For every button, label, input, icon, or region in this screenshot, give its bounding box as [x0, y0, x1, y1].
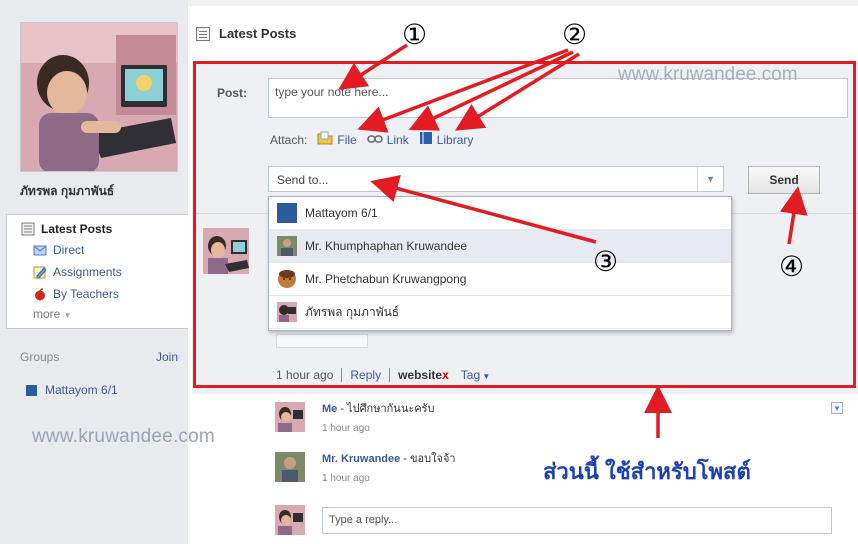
dropdown-option-user[interactable]: ภัทรพล กุมภาพันธ์ — [269, 296, 731, 329]
library-icon — [419, 131, 433, 148]
chevron-down-icon: ▼ — [63, 311, 72, 320]
watermark: www.kruwandee.com — [618, 64, 798, 85]
dropdown-option-user[interactable]: Mr. Khumphaphan Kruwandee — [269, 230, 731, 263]
avatar — [275, 505, 305, 535]
comment-time: 1 hour ago — [322, 423, 370, 434]
send-to-select[interactable]: Send to... ▼ — [268, 166, 724, 192]
group-icon — [277, 203, 297, 223]
comment: Me - ไปศึกษากันนะครับ 1 hour ago — [275, 402, 435, 436]
groups-header: Groups Join — [20, 350, 178, 364]
tag-menu[interactable]: Tag ▼ — [461, 368, 491, 382]
dropdown-option-group[interactable]: Mattayom 6/1 — [269, 197, 731, 230]
tag-chip-label: website — [398, 368, 443, 382]
comment-author[interactable]: Mr. Kruwandee — [322, 453, 400, 465]
post-time: 1 hour ago — [276, 368, 334, 382]
comment-text: - ขอบใจจ้า — [400, 453, 456, 465]
apple-icon — [33, 287, 47, 301]
sidebar-item-assignments[interactable]: Assignments — [7, 261, 188, 283]
avatar — [277, 269, 297, 289]
folder-icon — [317, 131, 333, 148]
send-button[interactable]: Send — [748, 166, 820, 194]
comment-author[interactable]: Me — [322, 403, 337, 415]
avatar[interactable] — [203, 228, 249, 274]
tag-chip[interactable]: websitex — [398, 368, 449, 382]
divider — [341, 368, 343, 382]
more-label: more — [33, 307, 61, 321]
annotation-number-4: ④ — [779, 250, 805, 283]
option-label: Mr. Phetchabun Kruwangpong — [305, 272, 467, 286]
comment: Mr. Kruwandee - ขอบใจจ้า 1 hour ago — [275, 452, 456, 486]
avatar — [277, 236, 297, 256]
option-label: Mr. Khumphaphan Kruwandee — [305, 239, 468, 253]
avatar[interactable] — [275, 452, 305, 482]
divider — [389, 368, 391, 382]
attach-file-label: File — [337, 132, 357, 147]
groups-label: Groups — [20, 350, 60, 364]
annotation-number-1: ① — [402, 18, 428, 51]
document-icon — [21, 222, 35, 236]
option-label: Mattayom 6/1 — [305, 206, 378, 220]
reply-row: Type a reply... — [275, 505, 832, 535]
post-meta: 1 hour ago Reply websitex Tag ▼ — [276, 368, 490, 382]
sidebar-item-by-teachers[interactable]: By Teachers — [7, 283, 188, 305]
comment-text: - ไปศึกษากันนะครับ — [337, 403, 435, 415]
comment-time: 1 hour ago — [322, 473, 370, 484]
sidebar-item-direct[interactable]: Direct — [7, 239, 188, 261]
chevron-down-icon: ▼ — [480, 372, 491, 381]
attach-link-button[interactable]: Link — [366, 132, 409, 147]
attach-row: Attach: File Link Library — [270, 131, 473, 148]
annotation-caption: ส่วนนี้ ใช้สำหรับโพสต์ — [543, 459, 751, 484]
sidebar-item-label: By Teachers — [53, 287, 119, 301]
annotation-number-3: ③ — [593, 245, 619, 278]
group-color-icon — [26, 384, 37, 396]
option-label: ภัทรพล กุมภาพันธ์ — [305, 304, 400, 319]
remove-tag-button[interactable]: x — [442, 368, 449, 382]
reply-input[interactable]: Type a reply... — [322, 506, 832, 534]
profile-name[interactable]: ภัทรพล กุมภาพันธ์ — [20, 182, 114, 201]
annotation-number-2: ② — [562, 18, 588, 51]
chevron-down-icon[interactable]: ▼ — [697, 167, 723, 191]
profile-photo[interactable] — [20, 22, 178, 172]
join-group-link[interactable]: Join — [156, 350, 178, 364]
collapse-comments-button[interactable]: ▼ — [831, 402, 843, 414]
link-icon — [366, 133, 383, 147]
group-item[interactable]: Mattayom 6/1 — [26, 383, 118, 397]
attach-link-label: Link — [386, 132, 409, 147]
tag-menu-label: Tag — [460, 368, 481, 382]
sidebar-item-label: Latest Posts — [41, 222, 113, 236]
sidebar-item-label: Direct — [53, 243, 85, 257]
reply-link[interactable]: Reply — [350, 368, 381, 382]
send-to-placeholder: Send to... — [277, 173, 329, 187]
avatar[interactable] — [275, 402, 305, 432]
attach-library-label: Library — [436, 132, 474, 147]
post-label: Post: — [217, 86, 247, 100]
page-title: Latest Posts — [196, 26, 296, 41]
send-to-dropdown: Mattayom 6/1 Mr. Khumphaphan Kruwandee M… — [268, 196, 732, 331]
sidebar-item-label: Assignments — [53, 265, 122, 279]
pencil-note-icon — [33, 265, 47, 279]
sidebar-item-latest-posts[interactable]: Latest Posts — [7, 219, 188, 239]
group-name: Mattayom 6/1 — [45, 383, 118, 397]
avatar — [277, 302, 297, 322]
mail-icon — [33, 243, 47, 257]
watermark: www.kruwandee.com — [32, 426, 215, 447]
attach-library-button[interactable]: Library — [419, 131, 474, 148]
attachment-preview[interactable] — [276, 334, 368, 348]
document-icon — [196, 26, 210, 41]
comment-body: Mr. Kruwandee - ขอบใจจ้า 1 hour ago — [322, 452, 456, 486]
page-title-text: Latest Posts — [219, 26, 297, 41]
attach-label: Attach: — [270, 132, 308, 147]
dropdown-option-user[interactable]: Mr. Phetchabun Kruwangpong — [269, 263, 731, 296]
sidebar-nav: Latest Posts Direct Assignments By Teach… — [6, 214, 188, 329]
left-sidebar: ภัทรพล กุมภาพันธ์ Latest Posts Direct As… — [0, 0, 215, 544]
sidebar-more-link[interactable]: more ▼ — [7, 307, 188, 321]
attach-file-button[interactable]: File — [317, 131, 357, 148]
comment-body: Me - ไปศึกษากันนะครับ 1 hour ago — [322, 402, 435, 436]
